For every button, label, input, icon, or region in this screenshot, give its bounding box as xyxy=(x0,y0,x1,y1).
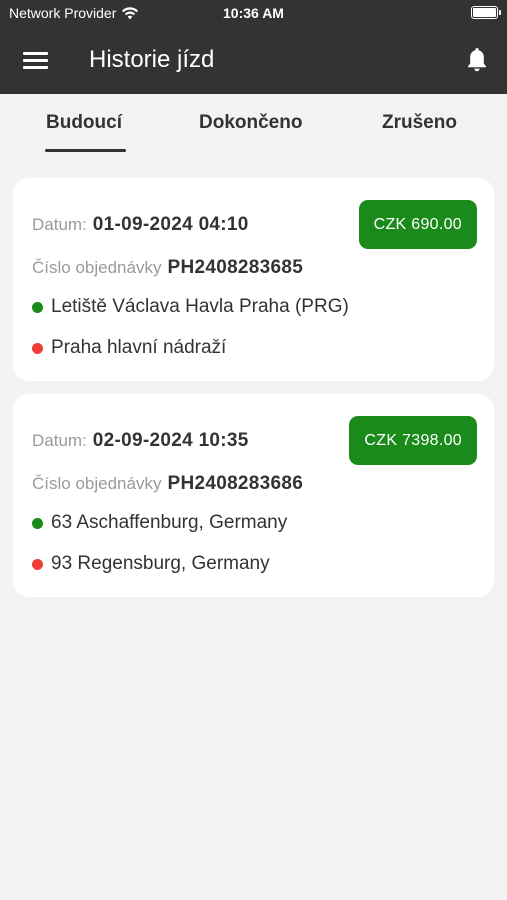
dropoff-address: 93 Regensburg, Germany xyxy=(51,553,270,574)
ride-date: 01-09-2024 04:10 xyxy=(92,214,249,235)
tab-completed[interactable]: Dokončeno xyxy=(199,112,302,134)
ride-date-row: Datum: 01-09-2024 04:10 xyxy=(32,214,249,236)
order-number: PH2408283686 xyxy=(167,473,304,494)
status-bar: Network Provider 10:36 AM xyxy=(0,0,507,28)
app-bar: Historie jízd xyxy=(0,28,507,94)
battery-icon xyxy=(471,6,501,19)
dropoff-location: Praha hlavní nádraží xyxy=(32,337,226,359)
top-bar: Network Provider 10:36 AM Historie jízd xyxy=(0,0,507,94)
date-label: Datum: xyxy=(32,215,87,234)
ride-list: Datum: 01-09-2024 04:10 CZK 690.00 Číslo… xyxy=(13,178,494,610)
dropoff-address: Praha hlavní nádraží xyxy=(51,337,227,358)
order-number-label: Číslo objednávky xyxy=(32,474,162,493)
bell-icon[interactable] xyxy=(465,46,489,74)
dropoff-dot-icon xyxy=(32,558,43,570)
tab-upcoming[interactable]: Budoucí xyxy=(46,112,122,134)
order-row: Číslo objednávky PH2408283686 xyxy=(32,473,303,495)
order-row: Číslo objednávky PH2408283685 xyxy=(32,257,303,279)
dropoff-dot-icon xyxy=(32,342,43,354)
pickup-location: 63 Aschaffenburg, Germany xyxy=(32,512,287,534)
pickup-address: Letiště Václava Havla Praha (PRG) xyxy=(51,296,349,317)
ride-date: 02-09-2024 10:35 xyxy=(92,430,249,451)
order-number: PH2408283685 xyxy=(167,257,304,278)
pickup-dot-icon xyxy=(32,301,43,313)
pickup-address: 63 Aschaffenburg, Germany xyxy=(51,512,288,533)
status-time: 10:36 AM xyxy=(223,5,284,21)
tab-cancelled[interactable]: Zrušeno xyxy=(382,112,457,134)
price-badge[interactable]: CZK 690.00 xyxy=(358,200,477,249)
pickup-location: Letiště Václava Havla Praha (PRG) xyxy=(32,296,349,318)
ride-tabs: Budoucí Dokončeno Zrušeno xyxy=(0,94,507,170)
ride-date-row: Datum: 02-09-2024 10:35 xyxy=(32,430,249,452)
price-badge[interactable]: CZK 7398.00 xyxy=(349,416,477,465)
pickup-dot-icon xyxy=(32,517,43,529)
ride-card[interactable]: Datum: 02-09-2024 10:35 CZK 7398.00 Čísl… xyxy=(13,394,494,597)
app-screen: Network Provider 10:36 AM Historie jízd … xyxy=(0,0,507,900)
page-title: Historie jízd xyxy=(89,46,215,73)
order-number-label: Číslo objednávky xyxy=(32,258,162,277)
ride-card[interactable]: Datum: 01-09-2024 04:10 CZK 690.00 Číslo… xyxy=(13,178,494,381)
active-tab-indicator xyxy=(45,149,126,152)
hamburger-menu-icon[interactable] xyxy=(23,52,48,69)
date-label: Datum: xyxy=(32,431,87,450)
dropoff-location: 93 Regensburg, Germany xyxy=(32,553,270,575)
